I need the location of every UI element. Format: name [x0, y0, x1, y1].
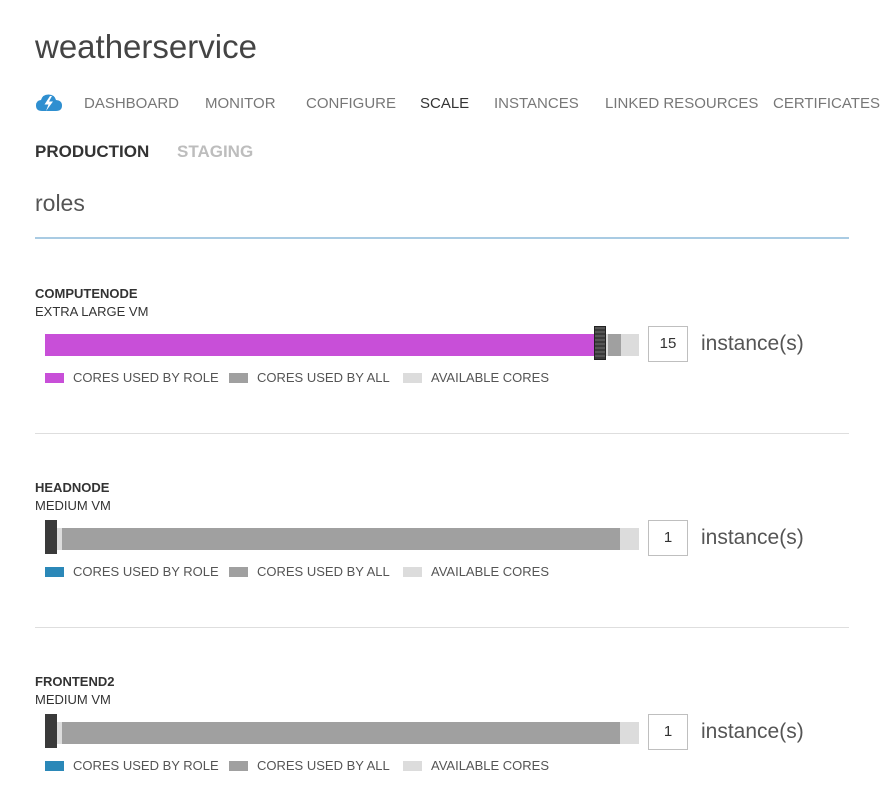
legend-swatch-all [229, 373, 248, 383]
instance-slider-handle[interactable] [45, 714, 57, 748]
role-frontend2: FRONTEND2 MEDIUM VM 1 instance(s) CORES … [35, 674, 849, 794]
role-divider [35, 433, 849, 434]
nav-certificates[interactable]: CERTIFICATES [773, 95, 880, 112]
top-nav: DASHBOARD MONITOR CONFIGURE SCALE INSTAN… [35, 92, 885, 116]
nav-dashboard[interactable]: DASHBOARD [84, 95, 179, 112]
nav-scale[interactable]: SCALE [420, 95, 469, 112]
cores-slider-track[interactable] [45, 714, 639, 748]
cores-used-by-all-bar [608, 334, 621, 356]
tab-production[interactable]: PRODUCTION [35, 142, 149, 162]
legend-swatch-role [45, 761, 64, 771]
cores-used-by-all-bar [62, 722, 620, 744]
nav-linked-resources[interactable]: LINKED RESOURCES [605, 95, 758, 112]
legend-swatch-all [229, 761, 248, 771]
app-title: weatherservice [35, 28, 257, 65]
legend-swatch-available [403, 761, 422, 771]
cores-used-by-all-bar [62, 528, 620, 550]
cores-legend: CORES USED BY ROLE CORES USED BY ALL AVA… [45, 370, 605, 386]
role-computenode: COMPUTENODE EXTRA LARGE VM 15 instance(s… [35, 286, 849, 406]
legend-swatch-all [229, 567, 248, 577]
section-title: roles [35, 190, 85, 216]
instance-slider-handle[interactable] [594, 326, 606, 360]
role-vm-size: EXTRA LARGE VM [35, 304, 149, 319]
instance-count-unit: instance(s) [701, 332, 804, 355]
section-divider [35, 237, 849, 239]
legend-swatch-available [403, 373, 422, 383]
instance-count-input[interactable]: 1 [648, 520, 688, 556]
role-headnode: HEADNODE MEDIUM VM 1 instance(s) CORES U… [35, 480, 849, 600]
role-name: FRONTEND2 [35, 674, 115, 689]
cores-slider-track[interactable] [45, 326, 639, 360]
tab-staging[interactable]: STAGING [177, 142, 253, 162]
role-name: HEADNODE [35, 480, 110, 495]
instance-count-input[interactable]: 15 [648, 326, 688, 362]
cores-used-by-role-bar [45, 334, 594, 356]
nav-monitor[interactable]: MONITOR [205, 95, 276, 112]
nav-instances[interactable]: INSTANCES [494, 95, 579, 112]
instance-count-unit: instance(s) [701, 720, 804, 743]
cores-slider-track[interactable] [45, 520, 639, 554]
scale-page: weatherservice DASHBOARD MONITOR CONFIGU… [0, 0, 892, 799]
legend-swatch-role [45, 373, 64, 383]
role-vm-size: MEDIUM VM [35, 498, 111, 513]
role-name: COMPUTENODE [35, 286, 138, 301]
cores-legend: CORES USED BY ROLE CORES USED BY ALL AVA… [45, 758, 605, 774]
nav-configure[interactable]: CONFIGURE [306, 95, 396, 112]
cores-legend: CORES USED BY ROLE CORES USED BY ALL AVA… [45, 564, 605, 580]
role-divider [35, 627, 849, 628]
instance-count-input[interactable]: 1 [648, 714, 688, 750]
legend-swatch-available [403, 567, 422, 577]
cloud-service-icon [35, 92, 63, 114]
instance-count-unit: instance(s) [701, 526, 804, 549]
legend-swatch-role [45, 567, 64, 577]
instance-slider-handle[interactable] [45, 520, 57, 554]
role-vm-size: MEDIUM VM [35, 692, 111, 707]
